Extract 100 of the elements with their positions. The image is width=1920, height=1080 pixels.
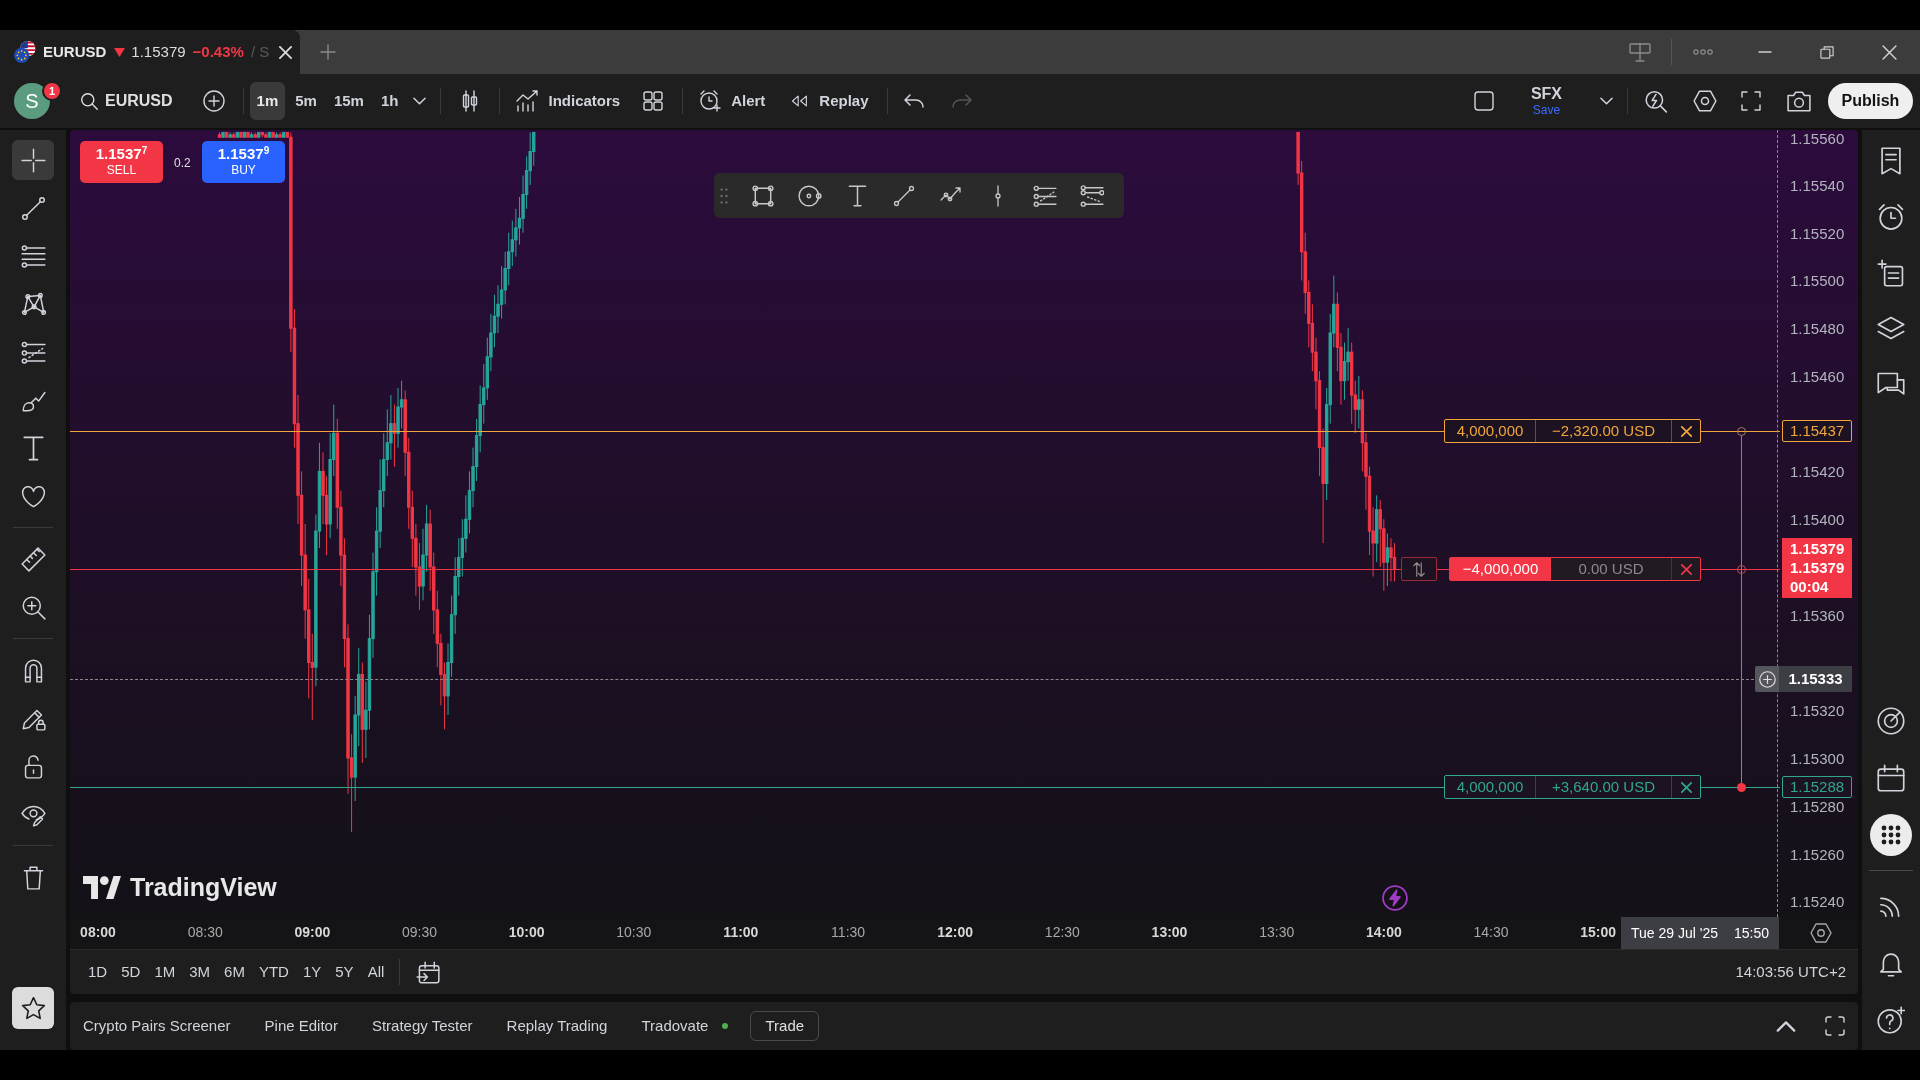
range-button[interactable]: 1D bbox=[81, 957, 115, 987]
interval-button[interactable]: 15m bbox=[326, 82, 371, 120]
text-icon[interactable] bbox=[847, 184, 867, 207]
add-symbol-icon[interactable] bbox=[202, 90, 225, 112]
tool-button[interactable] bbox=[12, 140, 54, 180]
indicators-button[interactable]: Indicators bbox=[516, 89, 621, 113]
trade-button[interactable]: Trade bbox=[750, 1011, 820, 1041]
browser-tab[interactable]: EURUSD 1.15379 −0.43% / S bbox=[0, 30, 300, 74]
range-button[interactable]: 3M bbox=[182, 957, 218, 987]
range-button[interactable]: 6M bbox=[217, 957, 252, 987]
order-quantity[interactable]: 4,000,000 bbox=[1445, 420, 1536, 442]
up-down-arrows-icon[interactable] bbox=[1413, 561, 1425, 577]
heart-icon[interactable] bbox=[20, 483, 46, 509]
maximize-icon[interactable] bbox=[1824, 1015, 1846, 1037]
rewind-icon[interactable] bbox=[789, 92, 810, 110]
price-label: 1.15300 bbox=[1790, 750, 1845, 766]
order-pnl: −2,320.00 USD bbox=[1536, 420, 1672, 442]
chevron-up-icon[interactable] bbox=[1776, 1020, 1796, 1032]
drag-handle-icon[interactable] bbox=[720, 187, 728, 204]
alarm-clock-icon[interactable] bbox=[699, 90, 722, 112]
order-label[interactable]: 4,000,000 +3,640.00 USD bbox=[1444, 775, 1701, 799]
chevron-down-icon[interactable] bbox=[413, 97, 427, 105]
list-plus-icon[interactable] bbox=[1877, 259, 1905, 287]
calendar-arrow-icon[interactable] bbox=[416, 960, 441, 984]
help-icon[interactable] bbox=[1877, 1006, 1905, 1034]
lightning-search-icon[interactable] bbox=[1644, 89, 1668, 113]
vertical-line-icon[interactable] bbox=[995, 184, 1001, 207]
square-icon[interactable] bbox=[1472, 90, 1495, 112]
text-icon[interactable] bbox=[20, 435, 46, 461]
trend-line-icon[interactable] bbox=[20, 195, 46, 221]
down-triangle-icon bbox=[114, 47, 126, 57]
settings-icon[interactable] bbox=[1693, 89, 1717, 113]
bar-chart-icon[interactable] bbox=[516, 90, 539, 112]
circle-with-node-icon[interactable] bbox=[798, 184, 822, 207]
interval-button[interactable]: 5m bbox=[288, 82, 324, 120]
symbol-search-button[interactable]: EURUSD bbox=[76, 83, 177, 119]
ruler-icon[interactable] bbox=[20, 546, 46, 572]
more-icon[interactable] bbox=[1693, 49, 1713, 55]
interval-button[interactable]: 1h bbox=[373, 82, 406, 120]
panel-tab[interactable]: Strategy Tester bbox=[359, 1009, 485, 1043]
undo-icon[interactable] bbox=[903, 94, 924, 108]
lines-with-nodes-icon[interactable] bbox=[1080, 183, 1104, 208]
alert-button[interactable]: Alert bbox=[699, 89, 766, 113]
chevron-down-icon[interactable] bbox=[1600, 97, 1613, 105]
crosshair-price-label: 1.15333 bbox=[1779, 666, 1852, 692]
order-quantity[interactable]: −4,000,000 bbox=[1450, 558, 1551, 580]
zigzag-pattern-icon[interactable] bbox=[20, 291, 46, 317]
sell-button[interactable]: 1.1537$^{7}$ SELL bbox=[80, 141, 163, 183]
reverse-button[interactable] bbox=[1401, 557, 1437, 581]
crosshair-icon[interactable] bbox=[20, 147, 46, 173]
monitor-icon[interactable] bbox=[1627, 41, 1653, 63]
publish-button[interactable]: Publish bbox=[1828, 83, 1913, 119]
replay-button[interactable]: Replay bbox=[789, 89, 869, 113]
lines-with-nodes-icon[interactable] bbox=[1033, 183, 1057, 208]
minimize-icon[interactable] bbox=[1758, 50, 1772, 54]
panel-tab[interactable]: Pine Editor bbox=[252, 1009, 350, 1043]
settings-icon[interactable] bbox=[1810, 922, 1832, 944]
target-icon[interactable] bbox=[1877, 707, 1905, 735]
range-button[interactable]: All bbox=[360, 957, 392, 987]
lines-with-nodes-icon[interactable] bbox=[20, 339, 46, 365]
range-button[interactable]: 5D bbox=[114, 957, 148, 987]
time-label: 14:30 bbox=[1473, 925, 1509, 939]
price-label: 1.15400 bbox=[1790, 511, 1845, 527]
restore-icon[interactable] bbox=[1820, 45, 1834, 59]
rectangle-with-nodes-icon[interactable] bbox=[752, 184, 774, 207]
save-status[interactable]: Save bbox=[1532, 104, 1561, 116]
buy-button[interactable]: 1.1537$^{9}$ BUY bbox=[202, 141, 285, 183]
search-icon[interactable] bbox=[80, 91, 99, 111]
range-button[interactable]: 5Y bbox=[328, 957, 361, 987]
panel-tab[interactable]: Tradovate bbox=[629, 1009, 713, 1043]
favorites-button[interactable] bbox=[12, 987, 54, 1029]
time-label: 09:30 bbox=[402, 925, 437, 939]
clock[interactable]: 14:03:56 UTC+2 bbox=[1735, 960, 1846, 984]
star-icon[interactable] bbox=[20, 995, 46, 1021]
panel-tab[interactable]: Replay Trading bbox=[494, 1009, 620, 1043]
order-label[interactable]: 4,000,000 −2,320.00 USD bbox=[1444, 419, 1701, 443]
alarm-clock-icon[interactable] bbox=[1877, 203, 1905, 231]
price-label: 1.15320 bbox=[1790, 702, 1845, 718]
interval-button[interactable]: 1m bbox=[249, 82, 286, 120]
range-button[interactable]: 1M bbox=[147, 957, 183, 987]
trend-line-icon[interactable] bbox=[893, 184, 915, 207]
camera-icon[interactable] bbox=[1787, 89, 1811, 113]
fullscreen-icon[interactable] bbox=[1740, 90, 1762, 112]
crosshair-time: 15:50 bbox=[1733, 923, 1769, 943]
order-quantity[interactable]: 4,000,000 bbox=[1445, 776, 1536, 798]
panel-tab[interactable]: Crypto Pairs Screener bbox=[71, 1009, 243, 1043]
range-button[interactable]: YTD bbox=[251, 957, 296, 987]
range-button[interactable]: 1Y bbox=[295, 957, 329, 987]
apps-grid-icon[interactable] bbox=[1870, 814, 1912, 856]
new-tab-icon[interactable] bbox=[320, 44, 336, 60]
horizontal-lines-icon[interactable] bbox=[20, 243, 46, 269]
close-icon[interactable] bbox=[1680, 425, 1692, 437]
layout-name[interactable]: SFX bbox=[1530, 86, 1562, 102]
lightning-icon[interactable] bbox=[1382, 885, 1408, 911]
grid-squares-icon[interactable] bbox=[642, 90, 665, 112]
close-icon[interactable] bbox=[1680, 781, 1692, 793]
calendar-icon[interactable] bbox=[1877, 764, 1905, 792]
order-label[interactable]: −4,000,000 0.00 USD bbox=[1449, 557, 1701, 581]
zoom-in-icon[interactable] bbox=[20, 594, 46, 620]
order-price-label: 1.15288 bbox=[1782, 776, 1852, 798]
